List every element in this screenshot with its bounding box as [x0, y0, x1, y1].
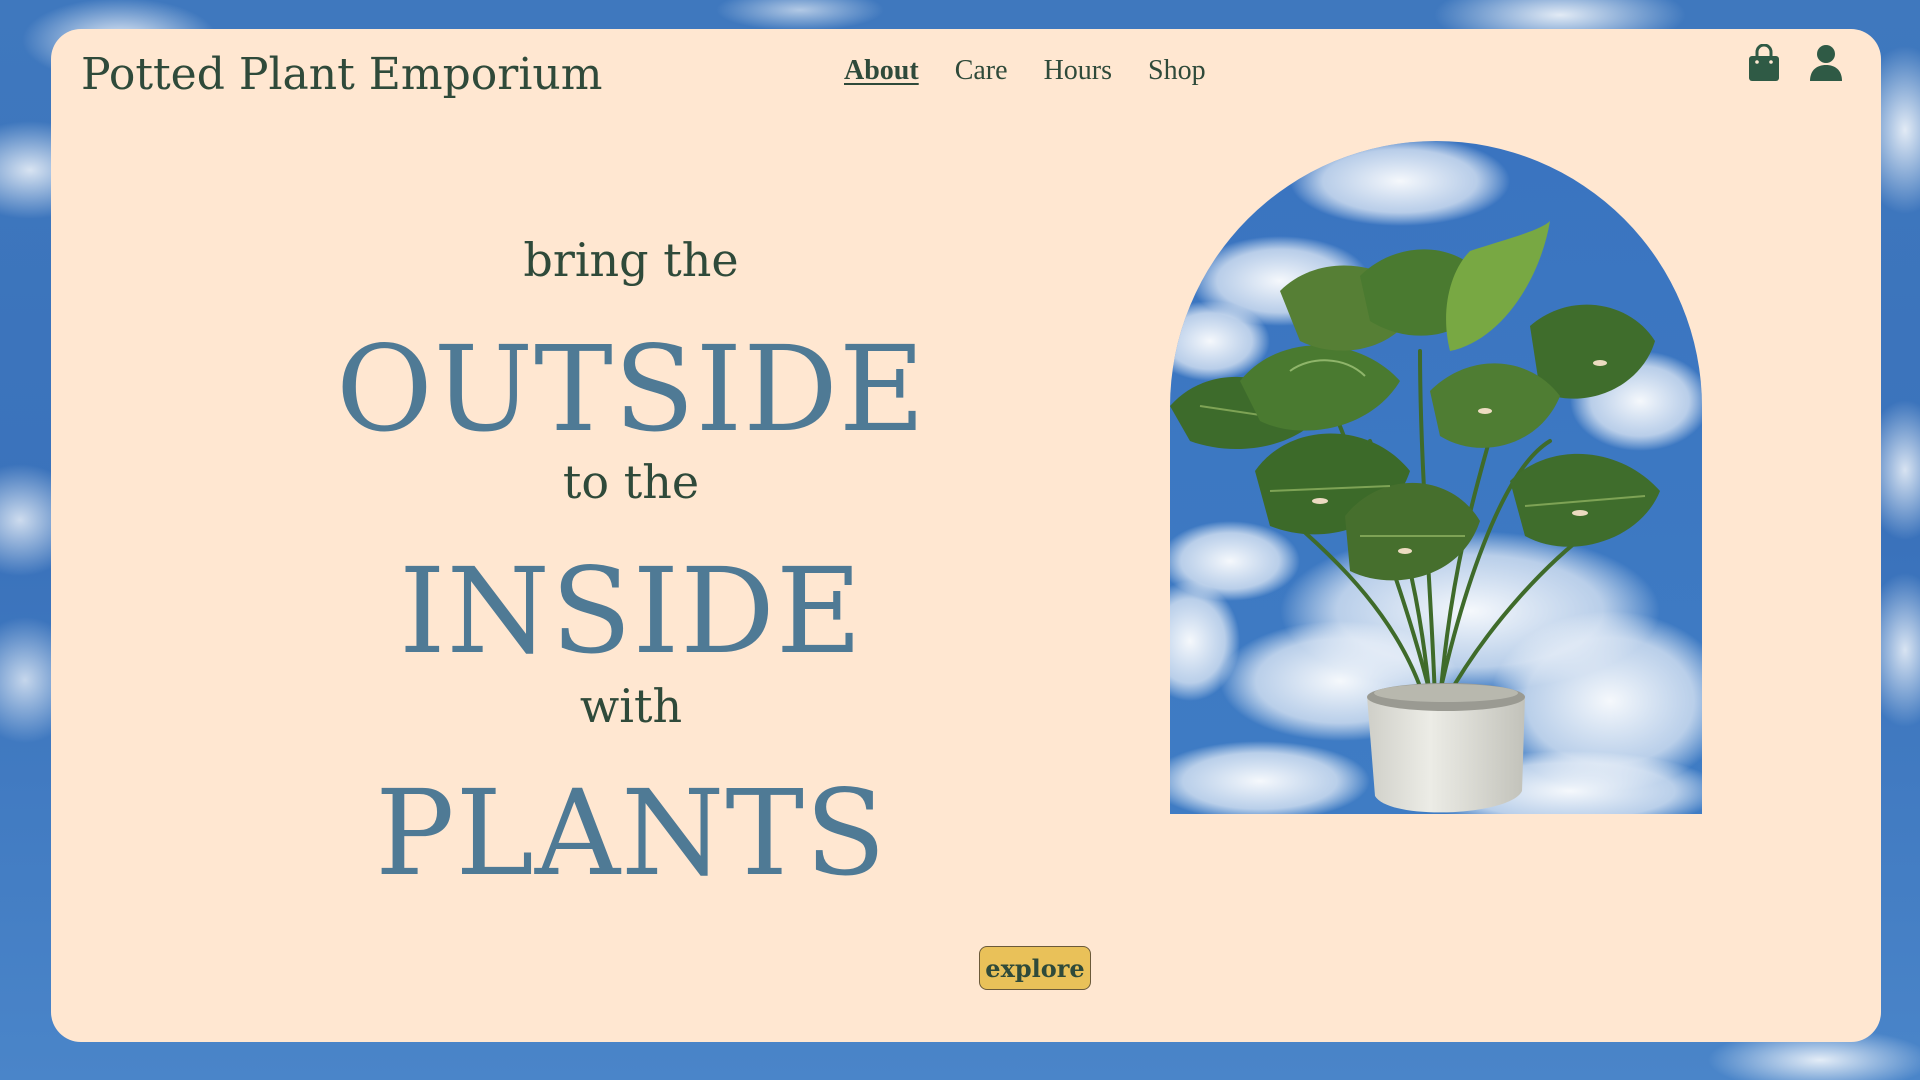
main-card: Potted Plant Emporium About Care Hours S…	[51, 29, 1881, 1042]
nav-care-link[interactable]: Care	[955, 55, 1008, 87]
plant-in-arch-illustration	[1170, 141, 1702, 814]
hero-line-to-the: to the	[562, 455, 700, 509]
site-title[interactable]: Potted Plant Emporium	[81, 49, 602, 100]
hero-line-with: with	[579, 679, 683, 733]
nav-hours-link[interactable]: Hours	[1044, 55, 1112, 87]
hero-line-bring-the: bring the	[523, 233, 739, 287]
hero-line-inside: INSIDE	[398, 542, 864, 680]
hero-line-outside: OUTSIDE	[335, 320, 927, 458]
shopping-bag-icon[interactable]	[1747, 43, 1781, 83]
hero-line-plants: PLANTS	[375, 764, 887, 902]
user-icon[interactable]	[1809, 43, 1843, 83]
hero-image	[1170, 141, 1702, 814]
explore-button[interactable]: explore	[979, 946, 1091, 990]
nav-about-link[interactable]: About	[844, 55, 919, 87]
nav-shop-link[interactable]: Shop	[1148, 55, 1206, 87]
main-nav: About Care Hours Shop	[844, 55, 1206, 87]
header-icons	[1747, 43, 1843, 83]
